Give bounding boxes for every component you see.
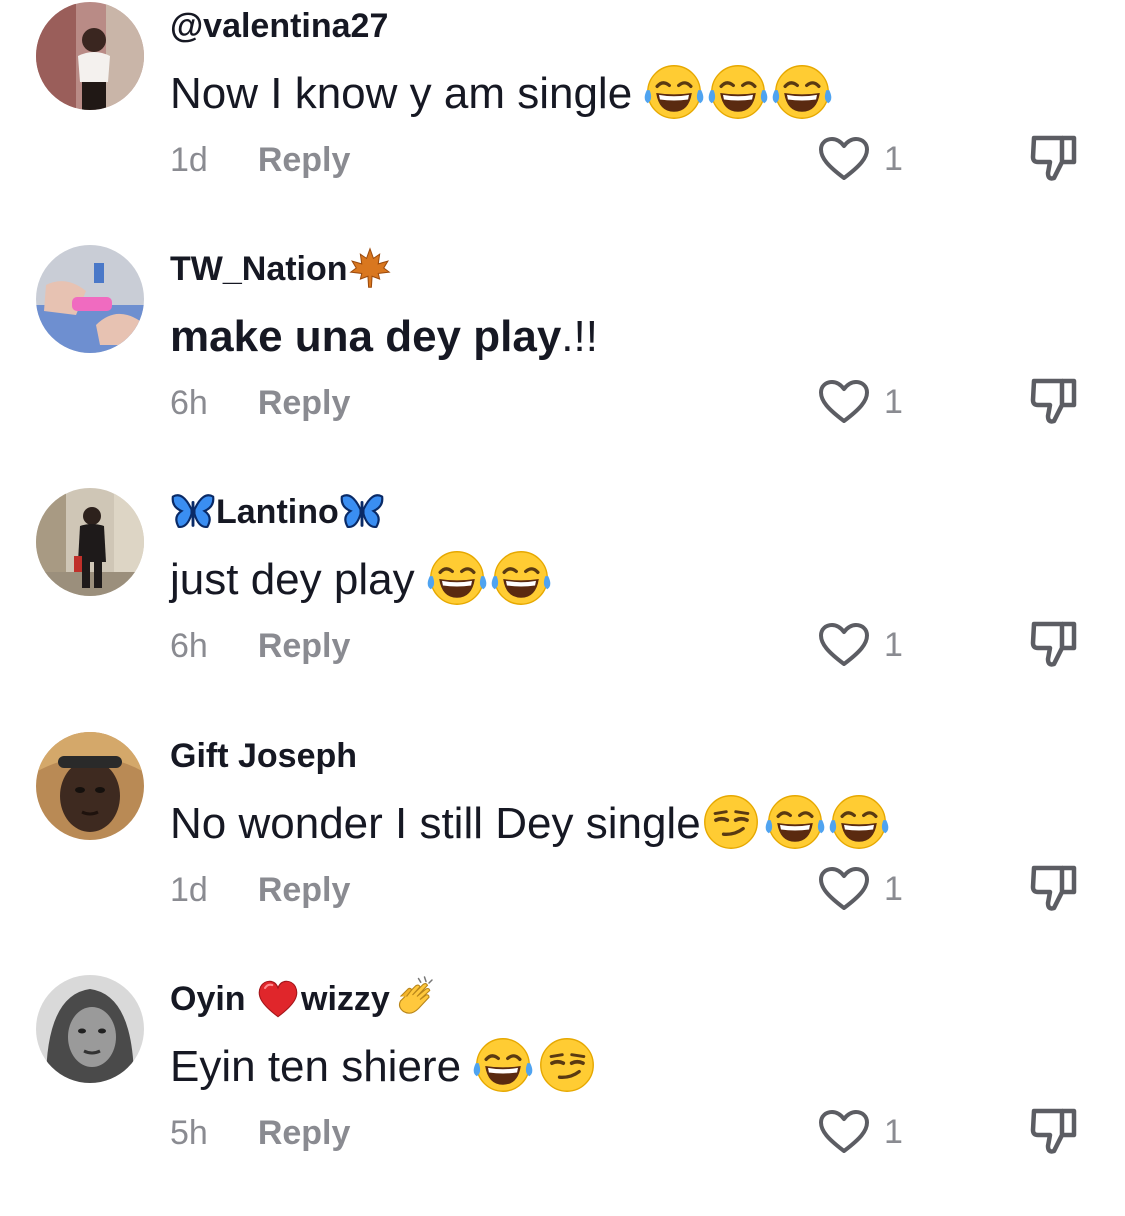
like-button[interactable]: 1 <box>818 620 903 670</box>
face-with-tears-of-joy-emoji <box>644 62 704 122</box>
avatar-image <box>36 732 144 840</box>
dislike-button[interactable] <box>1028 132 1080 184</box>
heart-outline-icon <box>818 622 870 668</box>
thumbs-down-outline-icon <box>1028 132 1080 184</box>
username-text: Lantino <box>216 493 339 531</box>
thumbs-down-outline-icon <box>1028 375 1080 427</box>
comment-item: Oyin wizzy Eyin ten shiere 5h Reply 1 <box>0 973 1125 1216</box>
comment-item: TW_Nation make una dey play.!! 6h Reply 1 <box>0 243 1125 486</box>
comment-meta: 1d Reply <box>170 138 350 182</box>
comment-text: just dey play <box>170 552 551 608</box>
clapping-hands-emoji <box>390 974 438 1022</box>
maple-leaf-emoji <box>348 246 392 290</box>
comment-body-suffix: .!! <box>561 312 598 361</box>
face-with-tears-of-joy-emoji <box>708 62 768 122</box>
like-button[interactable]: 1 <box>818 377 903 427</box>
like-count: 1 <box>884 139 903 178</box>
dislike-button[interactable] <box>1028 1105 1080 1157</box>
avatar[interactable] <box>36 975 144 1083</box>
comment-timestamp: 6h <box>170 384 208 422</box>
comment-text: make una dey play.!! <box>170 309 598 365</box>
avatar-image <box>36 975 144 1083</box>
comment-username[interactable]: Gift Joseph <box>170 736 357 776</box>
username-text: Gift Joseph <box>170 737 358 775</box>
comment-body: Eyin ten shiere <box>170 1042 474 1091</box>
face-with-tears-of-joy-emoji <box>829 792 889 852</box>
thumbs-down-outline-icon <box>1028 1105 1080 1157</box>
comment-item: @valentina27 Now I know y am single 1d Re… <box>0 0 1125 243</box>
comment-body: just dey play <box>170 555 427 604</box>
username-text: @valentina27 <box>170 7 389 45</box>
comment-body: No wonder I still Dey single <box>170 799 701 848</box>
dislike-button[interactable] <box>1028 618 1080 670</box>
comment-item: Gift Joseph No wonder I still Dey single… <box>0 730 1125 973</box>
face-with-tears-of-joy-emoji <box>427 548 487 608</box>
comment-username[interactable]: TW_Nation <box>170 249 392 290</box>
comment-meta: 6h Reply <box>170 381 350 425</box>
comment-username[interactable]: Lantino <box>170 492 385 534</box>
reply-button[interactable]: Reply <box>258 1111 351 1155</box>
like-count: 1 <box>884 1112 903 1151</box>
comment-timestamp: 5h <box>170 1114 208 1152</box>
avatar[interactable] <box>36 488 144 596</box>
heart-outline-icon <box>818 1109 870 1155</box>
avatar-image <box>36 2 144 110</box>
comment-item: Lantino just dey play 6h Reply 1 <box>0 486 1125 729</box>
heart-outline-icon <box>818 379 870 425</box>
thumbs-down-outline-icon <box>1028 618 1080 670</box>
username-text: TW_Nation <box>170 250 348 288</box>
comment-text: Now I know y am single <box>170 66 832 122</box>
reply-button[interactable]: Reply <box>258 138 351 182</box>
like-button[interactable]: 1 <box>818 864 903 914</box>
comment-text: Eyin ten shiere <box>170 1039 597 1095</box>
avatar[interactable] <box>36 2 144 110</box>
face-with-tears-of-joy-emoji <box>473 1035 533 1095</box>
dislike-button[interactable] <box>1028 862 1080 914</box>
smirking-face-emoji <box>537 1035 597 1095</box>
comment-timestamp: 6h <box>170 627 208 665</box>
comment-text: No wonder I still Dey single <box>170 796 889 852</box>
face-with-tears-of-joy-emoji <box>491 548 551 608</box>
butterfly-emoji <box>339 488 385 534</box>
like-button[interactable]: 1 <box>818 134 903 184</box>
comment-meta: 5h Reply <box>170 1111 350 1155</box>
like-button[interactable]: 1 <box>818 1107 903 1157</box>
face-with-tears-of-joy-emoji <box>765 792 825 852</box>
comment-meta: 1d Reply <box>170 868 350 912</box>
username-text: wizzy <box>301 980 390 1018</box>
avatar-image <box>36 245 144 353</box>
comment-body: Now I know y am single <box>170 69 645 118</box>
dislike-button[interactable] <box>1028 375 1080 427</box>
username-text: Oyin <box>170 980 256 1018</box>
reply-button[interactable]: Reply <box>258 381 351 425</box>
reply-button[interactable]: Reply <box>258 624 351 668</box>
thumbs-down-outline-icon <box>1028 862 1080 914</box>
heart-outline-icon <box>818 866 870 912</box>
avatar[interactable] <box>36 732 144 840</box>
red-heart-emoji <box>255 975 301 1021</box>
smirking-face-emoji <box>701 792 761 852</box>
comment-timestamp: 1d <box>170 141 208 179</box>
comment-body: make una dey play <box>170 312 562 361</box>
comment-timestamp: 1d <box>170 871 208 909</box>
face-with-tears-of-joy-emoji <box>772 62 832 122</box>
butterfly-emoji <box>170 488 216 534</box>
comment-username[interactable]: @valentina27 <box>170 6 388 46</box>
avatar-image <box>36 488 144 596</box>
reply-button[interactable]: Reply <box>258 868 351 912</box>
comment-meta: 6h Reply <box>170 624 350 668</box>
heart-outline-icon <box>818 136 870 182</box>
like-count: 1 <box>884 382 903 421</box>
like-count: 1 <box>884 625 903 664</box>
avatar[interactable] <box>36 245 144 353</box>
like-count: 1 <box>884 869 903 908</box>
comment-username[interactable]: Oyin wizzy <box>170 979 438 1022</box>
